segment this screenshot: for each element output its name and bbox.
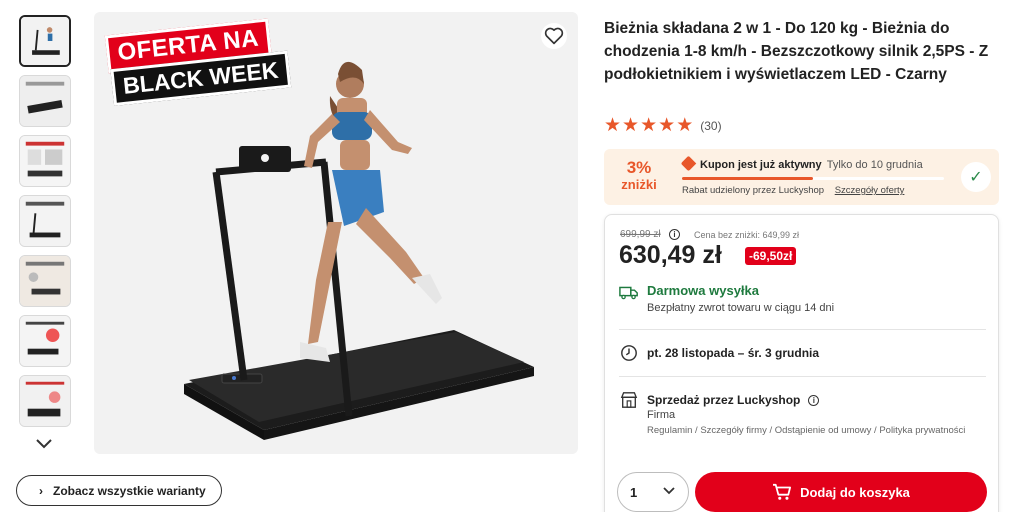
thumbnail-4[interactable]	[19, 195, 71, 247]
heart-icon	[544, 27, 564, 45]
thumbnail-2[interactable]	[19, 75, 71, 127]
rating-count[interactable]: (30)	[700, 119, 721, 133]
coupon-valid-until: Tylko do 10 grudnia	[826, 159, 923, 171]
star-icon: ★	[676, 115, 694, 136]
product-title: Bieżnia składana 2 w 1 - Do 120 kg - Bie…	[604, 20, 989, 83]
truck-icon	[619, 286, 638, 300]
purchase-panel: 699,99 zł i Cena bez zniżki: 649,99 zł 6…	[604, 214, 999, 512]
thumbnail-3[interactable]	[19, 135, 71, 187]
coupon-granted-by: Rabat udzielony przez Luckyshop	[682, 185, 825, 196]
seller-title: Sprzedaż przez Luckyshop	[647, 393, 801, 407]
rating[interactable]: ★ ★ ★ ★ ★ (30)	[604, 115, 722, 136]
coupon-percent-value: 3%	[626, 158, 652, 177]
product-main-image[interactable]: OFERTA NA BLACK WEEK	[94, 12, 578, 454]
seller-row: Sprzedaż przez Luckyshop i	[619, 391, 820, 409]
quantity-select[interactable]: 1	[617, 472, 689, 512]
clock-icon	[621, 345, 637, 361]
offer-details-link[interactable]: Szczegóły oferty	[835, 185, 905, 196]
discount-badge: -69,50zł	[745, 247, 797, 265]
shipping-row: Darmowa wysyłka	[619, 283, 759, 301]
view-all-variants-label: Zobacz wszystkie warianty	[53, 483, 206, 498]
chevron-right-icon: ›	[39, 483, 43, 498]
free-returns-text: Bezpłatny zwrot towaru w ciągu 14 dni	[647, 302, 835, 314]
favorite-button[interactable]	[541, 23, 567, 49]
info-icon[interactable]: i	[808, 394, 820, 406]
old-price: 699,99 zł	[620, 229, 661, 240]
check-icon: ✓	[961, 162, 991, 192]
tag-icon	[680, 155, 697, 172]
view-all-variants-button[interactable]: › Zobacz wszystkie warianty	[16, 475, 222, 506]
add-to-cart-button[interactable]: Dodaj do koszyka	[695, 472, 987, 512]
add-to-cart-label: Dodaj do koszyka	[800, 484, 910, 500]
current-price: 630,49 zł	[619, 241, 722, 269]
price-without-discount: Cena bez zniżki: 649,99 zł	[694, 230, 800, 240]
coupon-active-label: Kupon jest już aktywny	[700, 159, 822, 171]
store-icon	[620, 392, 638, 408]
seller-type: Firma	[647, 409, 676, 421]
star-icon: ★	[622, 115, 640, 136]
seller-links[interactable]: Regulamin / Szczegóły firmy / Odstąpieni…	[647, 424, 967, 438]
delivery-dates: pt. 28 listopada – śr. 3 grudnia	[647, 346, 820, 360]
thumbnail-1[interactable]	[19, 15, 71, 67]
coupon-percent-suffix: zniżki	[621, 177, 657, 192]
star-icon: ★	[658, 115, 676, 136]
info-icon[interactable]: i	[669, 229, 680, 240]
cart-icon	[773, 483, 792, 500]
star-icon: ★	[604, 115, 622, 136]
quantity-value: 1	[630, 484, 638, 500]
divider	[619, 329, 986, 330]
divider	[619, 376, 986, 377]
thumbnail-5[interactable]	[19, 255, 71, 307]
free-shipping-label: Darmowa wysyłka	[647, 283, 760, 298]
chevron-down-icon[interactable]	[34, 436, 54, 452]
thumbnail-7[interactable]	[19, 375, 71, 427]
product-page: › Zobacz wszystkie warianty OFERTA NA BL…	[0, 0, 1024, 512]
coupon-status: Kupon jest już aktywny Tylko do 10 grudn…	[700, 159, 923, 171]
thumbnail-6[interactable]	[19, 315, 71, 367]
thumbnail-list	[19, 15, 71, 435]
coupon-progress-fill	[682, 177, 813, 180]
coupon-progress-bar	[682, 177, 944, 180]
star-icon: ★	[640, 115, 658, 136]
coupon-details: Rabat udzielony przez Luckyshop Szczegół…	[682, 185, 904, 196]
coupon-box: 3% zniżki Kupon jest już aktywny Tylko d…	[604, 149, 999, 205]
chevron-down-icon	[663, 487, 675, 495]
delivery-row: pt. 28 listopada – śr. 3 grudnia	[619, 344, 819, 362]
coupon-percent: 3% zniżki	[616, 159, 662, 193]
